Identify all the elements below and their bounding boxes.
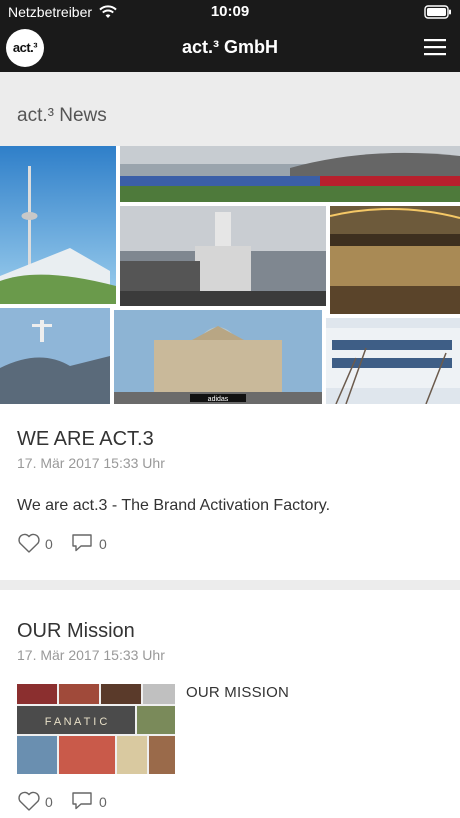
clock: 10:09: [210, 3, 250, 20]
post-actions: 0 0: [17, 790, 137, 814]
thumb-overlay-text: F A N A T I C: [45, 716, 108, 728]
like-count: 0: [45, 794, 53, 810]
collage-thumbnail-image: F A N A T I C: [17, 684, 175, 774]
palace-photo: [120, 206, 326, 306]
comment-bubble-icon[interactable]: [70, 532, 94, 554]
battery-icon: [424, 5, 451, 19]
post-thumbnail[interactable]: F A N A T I C: [17, 684, 175, 774]
stadium-photo: [120, 146, 460, 202]
post-date: 17. Mär 2017 15:33 Uhr: [17, 455, 165, 471]
tower-photo: [0, 146, 116, 304]
heart-icon[interactable]: [17, 790, 41, 812]
night-city-photo: [330, 206, 460, 314]
hamburger-menu-icon[interactable]: [424, 38, 446, 56]
status-bar: Netzbetreiber 10:09: [0, 0, 460, 24]
post-title[interactable]: WE ARE ACT.3: [17, 428, 154, 451]
reichstag-photo: adidas: [114, 310, 322, 404]
section-header: act.³ News: [0, 72, 460, 146]
comment-count: 0: [99, 794, 107, 810]
comment-bubble-icon[interactable]: [70, 790, 94, 812]
heart-icon[interactable]: [17, 532, 41, 554]
app-title: act.³ GmbH: [181, 37, 278, 57]
post-body: We are act.3 - The Brand Activation Fact…: [17, 497, 331, 514]
hero-collage-image[interactable]: adidas: [0, 146, 460, 404]
post-date: 17. Mär 2017 15:33 Uhr: [17, 647, 165, 663]
news-card[interactable]: OUR Mission 17. Mär 2017 15:33 Uhr F A N…: [0, 590, 460, 818]
app-navbar: act.³ act.³ GmbH: [0, 24, 460, 72]
comment-count: 0: [99, 536, 107, 552]
office-photo: [326, 318, 460, 404]
like-count: 0: [45, 536, 53, 552]
post-actions: 0 0: [17, 532, 137, 556]
statue-photo: [0, 308, 110, 404]
post-title[interactable]: OUR Mission: [17, 620, 135, 643]
news-card[interactable]: adidas WE ARE ACT.3 17. Mär 2017 15:33 U…: [0, 146, 460, 580]
hero-banner-text: adidas: [208, 396, 229, 403]
section-title: act.³ News: [17, 105, 107, 126]
thumbnail-caption: OUR MISSION: [186, 684, 290, 701]
